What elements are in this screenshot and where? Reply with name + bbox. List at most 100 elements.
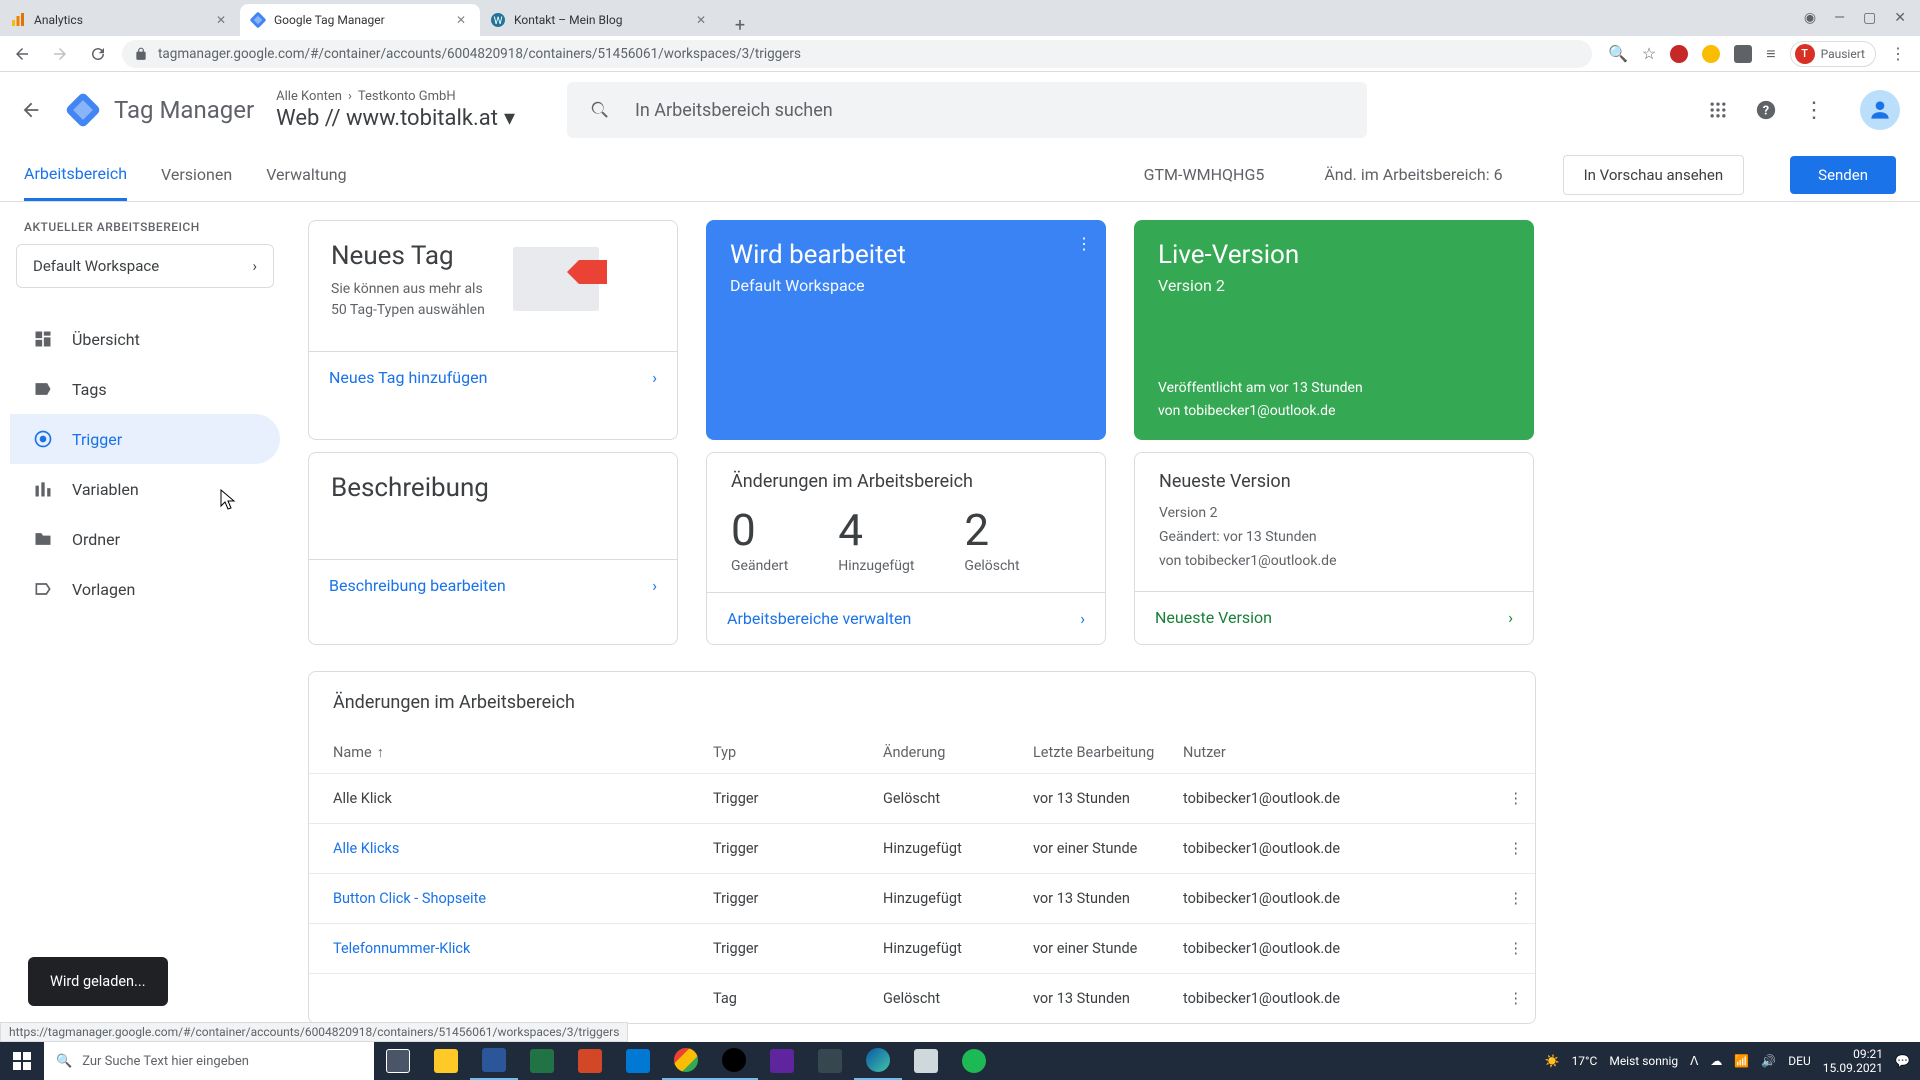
onedrive-icon[interactable]: ☁ [1710, 1054, 1722, 1068]
gtm-logo[interactable]: Tag Manager [66, 93, 254, 127]
forward-button[interactable] [46, 40, 74, 68]
mail-icon[interactable] [614, 1042, 662, 1080]
sidebar-item-variables[interactable]: Variablen [10, 464, 280, 514]
reload-button[interactable] [84, 40, 112, 68]
version-label: Version 2 [1159, 502, 1509, 526]
gtm-back-button[interactable] [20, 99, 44, 121]
folder-icon [32, 528, 54, 550]
tab-versions[interactable]: Versionen [161, 148, 232, 201]
maximize-icon[interactable]: ▢ [1863, 10, 1876, 26]
profile-chip[interactable]: T Pausiert [1790, 41, 1876, 67]
chrome-menu-icon[interactable]: ⋮ [1890, 44, 1906, 63]
row-menu-icon[interactable]: ⋮ [1483, 790, 1523, 807]
col-name[interactable]: Name↑ [333, 744, 713, 761]
extensions-menu-icon[interactable] [1734, 45, 1752, 63]
col-type[interactable]: Typ [713, 744, 883, 761]
new-tab-button[interactable]: + [726, 15, 754, 36]
workspace-selector[interactable]: Default Workspace › [16, 244, 274, 288]
cell-name[interactable]: Telefonnummer-Klick [333, 940, 713, 957]
apps-icon[interactable] [1706, 98, 1730, 122]
wifi-icon[interactable]: 📶 [1734, 1054, 1749, 1068]
url-field[interactable]: tagmanager.google.com/#/container/accoun… [122, 40, 1592, 68]
word-icon[interactable] [470, 1042, 518, 1080]
row-menu-icon[interactable]: ⋮ [1483, 990, 1523, 1007]
close-icon[interactable]: ✕ [456, 13, 470, 27]
cell-name[interactable]: Button Click - Shopseite [333, 890, 713, 907]
workspace-changes-count[interactable]: Änd. im Arbeitsbereich: 6 [1324, 165, 1502, 184]
sidebar-item-tags[interactable]: Tags [10, 364, 280, 414]
workspace-search[interactable]: In Arbeitsbereich suchen [567, 82, 1367, 138]
help-icon[interactable]: ? [1754, 98, 1778, 122]
taskview-icon[interactable] [374, 1042, 422, 1080]
close-window-icon[interactable]: ✕ [1894, 10, 1906, 26]
add-tag-action[interactable]: Neues Tag hinzufügen › [309, 351, 677, 403]
card-menu-icon[interactable]: ⋮ [1076, 234, 1092, 253]
browser-tab-analytics[interactable]: Analytics ✕ [0, 4, 240, 36]
gtm-header: Tag Manager Alle Konten › Testkonto GmbH… [0, 72, 1920, 148]
table-row[interactable]: Tag Gelöscht vor 13 Stunden tobibecker1@… [309, 973, 1535, 1023]
sidebar-item-overview[interactable]: Übersicht [10, 314, 280, 364]
more-icon[interactable]: ⋮ [1802, 98, 1826, 122]
tray-chevron-icon[interactable]: ᐱ [1690, 1054, 1698, 1068]
close-icon[interactable]: ✕ [696, 13, 710, 27]
breadcrumb[interactable]: Alle Konten › Testkonto GmbH [276, 89, 515, 104]
browser-tab-blog[interactable]: W Kontakt – Mein Blog ✕ [480, 4, 720, 36]
reading-list-icon[interactable]: ≡ [1766, 44, 1775, 64]
notepad-icon[interactable] [902, 1042, 950, 1080]
browser-tab-gtm[interactable]: Google Tag Manager ✕ [240, 4, 480, 36]
user-avatar[interactable] [1860, 90, 1900, 130]
chrome-icon[interactable] [662, 1042, 710, 1080]
close-icon[interactable]: ✕ [216, 13, 230, 27]
taskbar-search[interactable]: 🔍 Zur Suche Text hier eingeben [44, 1042, 374, 1080]
language-indicator[interactable]: DEU [1788, 1054, 1810, 1068]
table-row[interactable]: Alle Klicks Trigger Hinzugefügt vor eine… [309, 823, 1535, 873]
excel-icon[interactable] [518, 1042, 566, 1080]
editing-card[interactable]: Wird bearbeitet Default Workspace ⋮ [706, 220, 1106, 440]
zoom-icon[interactable]: 🔍 [1608, 44, 1628, 63]
edit-description-action[interactable]: Beschreibung bearbeiten › [309, 559, 677, 611]
row-menu-icon[interactable]: ⋮ [1483, 840, 1523, 857]
explorer-icon[interactable] [422, 1042, 470, 1080]
live-version-card[interactable]: Live-Version Version 2 Veröffentlicht am… [1134, 220, 1534, 440]
search-icon [589, 99, 611, 121]
row-menu-icon[interactable]: ⋮ [1483, 940, 1523, 957]
volume-icon[interactable]: 🔊 [1761, 1054, 1776, 1068]
preview-button[interactable]: In Vorschau ansehen [1563, 155, 1745, 195]
col-user[interactable]: Nutzer [1183, 744, 1483, 761]
modified-by: von tobibecker1@outlook.de [1159, 550, 1509, 574]
spotify-icon[interactable] [950, 1042, 998, 1080]
bookmark-icon[interactable]: ☆ [1642, 44, 1656, 63]
latest-version-action[interactable]: Neueste Version › [1135, 591, 1533, 643]
breadcrumb-all: Alle Konten [276, 89, 342, 104]
system-tray[interactable]: ☀️ 17°C Meist sonnig ᐱ ☁ 📶 🔊 DEU 09:21 1… [1535, 1047, 1920, 1076]
edge-icon[interactable] [854, 1042, 902, 1080]
cell-name[interactable]: Alle Klicks [333, 840, 713, 857]
col-last-edit[interactable]: Letzte Bearbeitung [1033, 744, 1183, 761]
manage-workspaces-action[interactable]: Arbeitsbereiche verwalten › [707, 592, 1105, 644]
tab-admin[interactable]: Verwaltung [266, 148, 346, 201]
submit-button[interactable]: Senden [1790, 156, 1896, 194]
minimize-icon[interactable]: — [1834, 10, 1845, 26]
row-menu-icon[interactable]: ⋮ [1483, 890, 1523, 907]
start-button[interactable] [0, 1042, 44, 1080]
powerpoint-icon[interactable] [566, 1042, 614, 1080]
table-row[interactable]: Alle Klick Trigger Gelöscht vor 13 Stund… [309, 773, 1535, 823]
container-selector[interactable]: Web // www.tobitalk.at ▾ [276, 106, 515, 131]
sidebar-item-folders[interactable]: Ordner [10, 514, 280, 564]
extension-icon[interactable] [1670, 45, 1688, 63]
table-row[interactable]: Button Click - Shopseite Trigger Hinzuge… [309, 873, 1535, 923]
chrome-account-icon[interactable]: ◉ [1804, 10, 1816, 26]
tab-workspace[interactable]: Arbeitsbereich [24, 148, 127, 201]
app-icon[interactable] [806, 1042, 854, 1080]
back-button[interactable] [8, 40, 36, 68]
extension-icon[interactable] [1702, 45, 1720, 63]
app-icon[interactable] [758, 1042, 806, 1080]
sidebar-item-trigger[interactable]: Trigger [10, 414, 280, 464]
obs-icon[interactable] [710, 1042, 758, 1080]
tab-label: Arbeitsbereich [24, 164, 127, 183]
col-change[interactable]: Änderung [883, 744, 1033, 761]
notifications-icon[interactable]: 💬 [1895, 1054, 1910, 1068]
container-id[interactable]: GTM-WMHQHG5 [1144, 165, 1265, 184]
table-row[interactable]: Telefonnummer-Klick Trigger Hinzugefügt … [309, 923, 1535, 973]
sidebar-item-templates[interactable]: Vorlagen [10, 564, 280, 614]
